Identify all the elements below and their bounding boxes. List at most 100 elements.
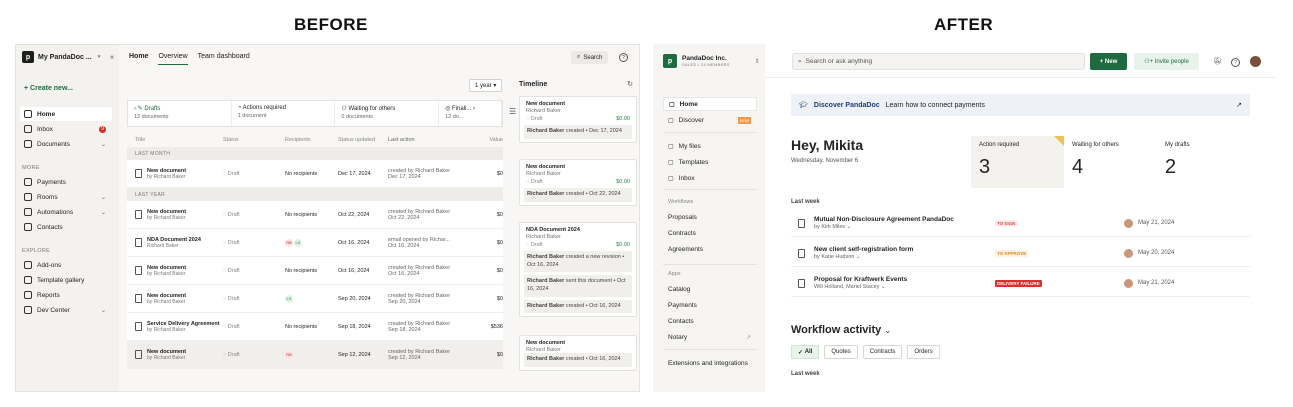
sidebar-item-inbox[interactable]: Inbox 9 xyxy=(20,122,112,136)
sidebar-item-notary[interactable]: Notary xyxy=(668,334,687,341)
sidebar-item-payments[interactable]: Payments xyxy=(20,175,112,189)
corner-flag-icon xyxy=(1054,136,1064,146)
list-item[interactable]: New client self-registration form by Kati… xyxy=(791,240,1250,267)
timeline-card[interactable]: New document Richard Baker ◌ Draft $0.00 Ric… xyxy=(519,159,637,206)
table-row[interactable]: New document by Richard Baker ◌ Draft No re… xyxy=(127,257,503,285)
card-drafts[interactable]: ‹ ✎ Drafts 13 documents xyxy=(128,101,232,126)
list-item[interactable]: Proposal for Kraftwerk Events Will Hollan… xyxy=(791,270,1250,297)
sidebar-item-proposals[interactable]: Proposals xyxy=(668,214,697,221)
sidebar-item-home[interactable]: Home xyxy=(20,107,112,121)
chip-all[interactable]: ✓ All xyxy=(791,345,820,359)
avatar[interactable] xyxy=(1250,56,1261,67)
workspace-switcher[interactable]: p PandaDoc Inc. SALES • 24 MEMBERS ⇕ xyxy=(663,54,760,68)
table-row[interactable]: New document by Richard Baker ◌ Draft No re… xyxy=(127,160,503,188)
chevron-right-icon[interactable]: › xyxy=(471,106,475,112)
chip-contracts[interactable]: Contracts xyxy=(862,345,903,359)
timeline-card[interactable]: New document Richard Baker ◌ Draft $0.00 Ric… xyxy=(519,96,637,143)
sidebar-item-documents[interactable]: Documents ⌄ xyxy=(20,137,112,151)
search-input[interactable]: ⌕ Search or ask anything xyxy=(792,53,1085,70)
sidebar-item-extensions[interactable]: Extensions and integrations xyxy=(668,360,748,367)
timeline-status-text: Draft xyxy=(530,179,543,185)
collapse-sidebar-icon[interactable]: « xyxy=(110,54,114,61)
counter-waiting-for-others[interactable]: Waiting for others 4 xyxy=(1064,136,1157,188)
table-row[interactable]: Service Delivery Agreement by Richard Bak… xyxy=(127,313,503,341)
notifications-off-icon[interactable]: 🔕︎ xyxy=(1213,57,1222,65)
table-row[interactable]: NDA Document 2024 Richard Baker ◌ Draft RB L… xyxy=(127,229,503,257)
search-button[interactable]: ⌕ Search xyxy=(571,51,609,64)
list-item[interactable]: Mutual Non-Disclosure Agreement PandaDoc… xyxy=(791,210,1250,237)
table-row[interactable]: New document by Richard Baker ◌ Draft LS Sep… xyxy=(127,285,503,313)
sidebar-item-dev-center[interactable]: Dev Center ⌄ xyxy=(20,303,112,317)
table-row[interactable]: New document by Richard Baker ◌ Draft RB Sep… xyxy=(127,341,503,369)
help-icon[interactable]: ? xyxy=(1231,58,1240,67)
document-value: $536 xyxy=(490,323,503,330)
avatar: RB xyxy=(285,238,293,247)
workflow-activity-title[interactable]: Workflow activity ⌄ xyxy=(791,324,891,336)
status-text: Draft xyxy=(227,351,240,358)
tab-overview[interactable]: Overview xyxy=(158,53,188,65)
help-icon[interactable]: ? xyxy=(619,53,628,62)
sidebar-item-contacts[interactable]: Contacts xyxy=(20,220,112,234)
period-select[interactable]: 1 year ▾ xyxy=(469,79,503,92)
counter-my-drafts[interactable]: My drafts 2 xyxy=(1157,136,1250,188)
chip-orders[interactable]: Orders xyxy=(907,345,940,359)
sidebar-item-automations[interactable]: Automations ⌄ xyxy=(20,205,112,219)
card-actions-required[interactable]: ◔ Actions required 1 document xyxy=(232,101,336,126)
create-new-button[interactable]: + Create new... xyxy=(24,85,73,92)
table-row[interactable]: New document by Richard Baker ◌ Draft No re… xyxy=(127,201,503,229)
sidebar-item-reports[interactable]: Reports xyxy=(20,288,112,302)
sidebar-item-payments[interactable]: Payments xyxy=(668,302,697,309)
column-header: Recipients xyxy=(285,137,311,143)
sidebar-item-template-gallery[interactable]: Template gallery xyxy=(20,273,112,287)
sidebar-item-add-ons[interactable]: Add-ons xyxy=(20,258,112,272)
documents-table: Title Status Recipients Status updated Last … xyxy=(127,133,503,369)
title-wrap: NDA Document 2024 Richard Baker xyxy=(147,237,201,249)
sidebar-item-discover[interactable]: ▢ Discover NEW xyxy=(663,113,757,127)
sidebar-item-templates[interactable]: ▢ Templates xyxy=(663,155,757,169)
expand-icon: ⇕ xyxy=(754,58,760,65)
sidebar-item-contacts[interactable]: Contacts xyxy=(668,318,694,325)
sidebar-item-catalog[interactable]: Catalog xyxy=(668,286,690,293)
sidebar-item-agreements[interactable]: Agreements xyxy=(668,246,703,253)
invite-people-button[interactable]: ⚇+ Invite people xyxy=(1134,53,1199,70)
document-name: New document xyxy=(147,167,187,174)
recipients-cell: RB xyxy=(285,350,338,359)
refresh-icon[interactable]: ↻ xyxy=(627,80,633,88)
reports-icon xyxy=(24,291,32,299)
sidebar-item-home[interactable]: ▢ Home xyxy=(663,97,757,111)
after-title: AFTER xyxy=(934,15,994,34)
status-cell: ◌ Draft xyxy=(223,212,285,218)
template-gallery-icon xyxy=(24,276,32,284)
workspace-subtitle: SALES • 24 MEMBERS xyxy=(682,62,730,67)
timeline-card[interactable]: NDA Document 2024 Richard Baker ◌ Draft $0.… xyxy=(519,222,637,318)
card-finalized[interactable]: ◎ Finali... › 12 do... xyxy=(439,101,502,126)
recipients-cell: LS xyxy=(285,294,338,303)
counter-action-required[interactable]: Action required 3 xyxy=(971,136,1064,188)
sidebar-item-rooms[interactable]: Rooms ⌄ xyxy=(20,190,112,204)
templates-icon: ▢ xyxy=(668,159,674,166)
new-button[interactable]: + New xyxy=(1090,53,1127,70)
timeline-doc-name: New document xyxy=(526,340,566,346)
avatar: LS xyxy=(294,238,302,247)
discover-banner[interactable]: 🎓︎ Discover PandaDoc Learn how to connec… xyxy=(791,94,1250,116)
item-title: New client self-registration form by Kati… xyxy=(805,246,995,260)
status-text: Draft xyxy=(227,170,240,177)
sidebar-item-inbox[interactable]: ▢ Inbox xyxy=(663,171,757,185)
tab-home[interactable]: Home xyxy=(129,53,148,65)
sidebar-item-my-files[interactable]: ▢ My files xyxy=(663,139,757,153)
chip-quotes[interactable]: Quotes xyxy=(824,345,858,359)
explore-section-label: EXPLORE xyxy=(22,248,51,254)
sidebar-item-contracts[interactable]: Contracts xyxy=(668,230,696,237)
last-action-date: Dec 17, 2024 xyxy=(388,173,421,180)
timeline-card[interactable]: New document Richard Baker Richard Baker c… xyxy=(519,335,637,371)
section-last-week-activity: Last week xyxy=(791,371,820,377)
document-name: New document xyxy=(147,264,187,271)
title-wrap: New document by Richard Baker xyxy=(147,265,186,277)
status-updated: Dec 17, 2024 xyxy=(338,170,371,177)
card-waiting-for-others[interactable]: ⚇ Waiting for others 0 documents xyxy=(335,101,440,126)
workspace-switcher[interactable]: p My PandaDoc ... ▾ « xyxy=(22,51,118,63)
title-wrap: New document by Richard Baker xyxy=(147,209,186,221)
search-icon: ⌕ xyxy=(798,57,802,65)
before-tabs: Home Overview Team dashboard xyxy=(129,53,250,65)
tab-team-dashboard[interactable]: Team dashboard xyxy=(198,53,250,65)
